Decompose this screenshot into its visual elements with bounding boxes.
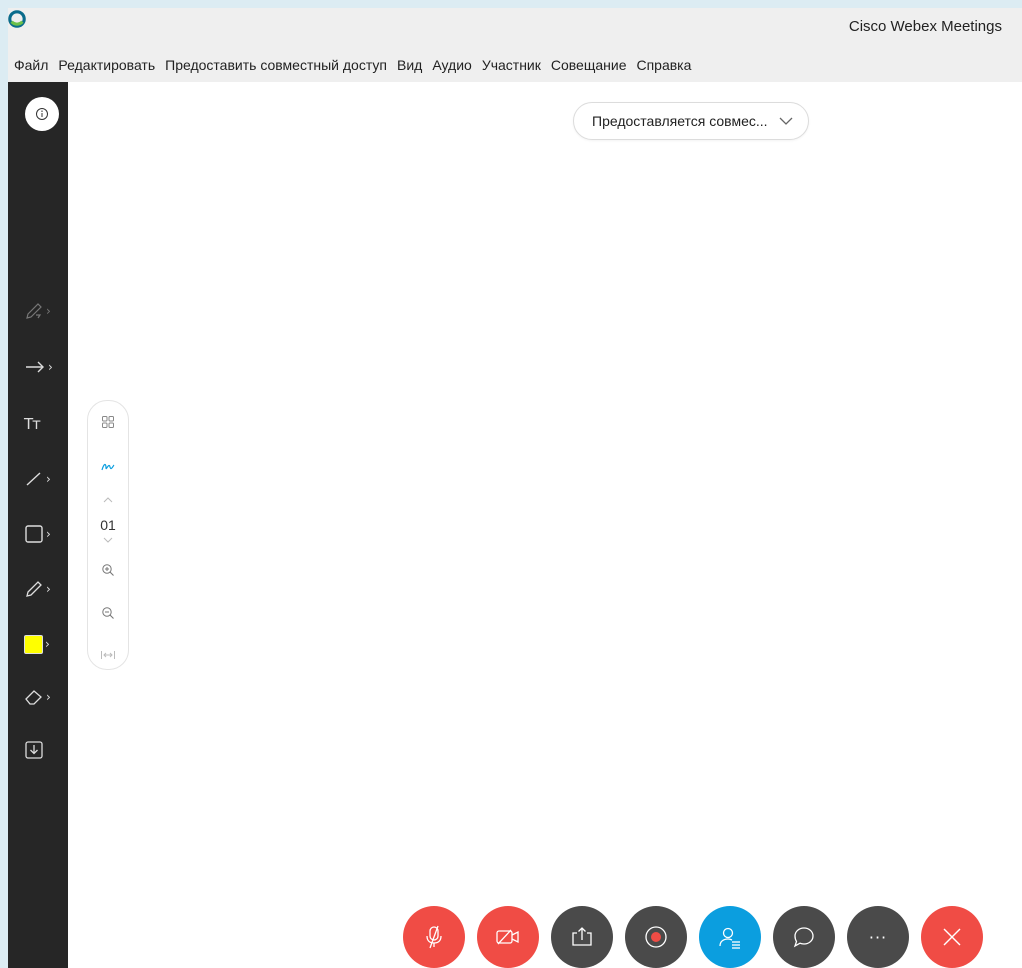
participants-button[interactable] <box>699 906 761 968</box>
shape-tool[interactable]: › <box>24 519 64 549</box>
chevron-down-icon <box>103 537 113 543</box>
zoom-out-button[interactable] <box>88 606 128 620</box>
arrow-tool[interactable]: › <box>24 352 64 382</box>
more-icon: ··· <box>868 927 888 947</box>
chat-bubble-icon <box>793 927 814 948</box>
chevron-right-icon: › <box>46 527 51 541</box>
page-up-button[interactable] <box>88 497 128 503</box>
zoom-in-icon <box>102 564 114 576</box>
zoom-out-icon <box>102 607 114 619</box>
share-icon <box>572 927 592 946</box>
fit-width-icon <box>101 651 115 659</box>
line-tool[interactable]: › <box>24 464 64 494</box>
eraser-icon <box>25 690 42 705</box>
text-tool-icon: Tт <box>24 415 41 433</box>
color-swatch <box>24 634 43 654</box>
pen-tool[interactable]: › <box>24 574 64 604</box>
sharing-dropdown[interactable]: Предоставляется совмес... <box>573 102 809 140</box>
menu-view[interactable]: Вид <box>397 57 422 73</box>
mute-button[interactable] <box>403 906 465 968</box>
page-panel: 01 <box>87 400 129 670</box>
app-window: Cisco Webex Meetings Файл Редактировать … <box>8 8 1022 968</box>
leave-meeting-button[interactable] <box>921 906 983 968</box>
line-icon <box>26 472 41 486</box>
menu-bar: Файл Редактировать Предоставить совместн… <box>8 48 1022 82</box>
squiggle-pen-icon <box>101 463 115 471</box>
zoom-in-button[interactable] <box>88 563 128 577</box>
title-bar: Cisco Webex Meetings <box>8 8 1022 48</box>
pointer-tool[interactable]: › <box>24 296 64 326</box>
microphone-muted-icon <box>426 925 442 949</box>
share-content-button[interactable] <box>551 906 613 968</box>
save-annotations-button[interactable] <box>24 735 64 765</box>
grid-icon <box>102 416 114 428</box>
webex-logo-icon <box>8 10 26 28</box>
record-button[interactable] <box>625 906 687 968</box>
menu-audio[interactable]: Аудио <box>432 57 472 73</box>
chevron-up-icon <box>103 497 113 503</box>
chevron-right-icon: › <box>48 360 53 374</box>
close-icon <box>943 928 961 946</box>
thumbnails-button[interactable] <box>88 415 128 429</box>
menu-participant[interactable]: Участник <box>482 57 541 73</box>
pencil-icon <box>26 581 42 597</box>
info-icon <box>36 108 48 120</box>
color-picker[interactable]: › <box>24 629 64 659</box>
chevron-right-icon: › <box>45 637 50 651</box>
eraser-tool[interactable]: › <box>24 682 64 712</box>
window-title: Cisco Webex Meetings <box>848 18 1002 35</box>
arrow-right-icon <box>26 361 44 373</box>
camera-off-icon <box>496 929 519 945</box>
page-number-display: 01 <box>88 517 128 533</box>
participants-icon <box>719 927 740 949</box>
record-icon <box>645 926 667 948</box>
chevron-right-icon: › <box>46 304 51 318</box>
chevron-right-icon: › <box>46 472 51 486</box>
menu-share[interactable]: Предоставить совместный доступ <box>165 57 387 73</box>
chat-button[interactable] <box>773 906 835 968</box>
more-options-button[interactable]: ··· <box>847 906 909 968</box>
chevron-right-icon: › <box>46 690 51 704</box>
pointer-pen-icon <box>26 303 42 319</box>
chevron-down-icon <box>779 117 793 125</box>
menu-file[interactable]: Файл <box>14 57 48 73</box>
annotate-toggle[interactable] <box>88 459 128 473</box>
download-icon <box>25 741 43 759</box>
rectangle-icon <box>25 525 43 543</box>
annotation-toolbar: › › Tт › › › › › <box>8 82 68 968</box>
menu-meeting[interactable]: Совещание <box>551 57 627 73</box>
menu-help[interactable]: Справка <box>636 57 691 73</box>
chevron-right-icon: › <box>46 582 51 596</box>
text-tool[interactable]: Tт <box>24 409 64 439</box>
video-button[interactable] <box>477 906 539 968</box>
meeting-controls: ··· <box>403 906 995 968</box>
page-number: 01 <box>100 517 116 533</box>
shared-content-canvas[interactable] <box>68 82 1022 968</box>
sharing-label: Предоставляется совмес... <box>592 113 768 129</box>
menu-edit[interactable]: Редактировать <box>58 57 155 73</box>
info-button[interactable] <box>25 97 59 131</box>
fit-width-button[interactable] <box>88 650 128 660</box>
page-down-button[interactable] <box>88 537 128 543</box>
